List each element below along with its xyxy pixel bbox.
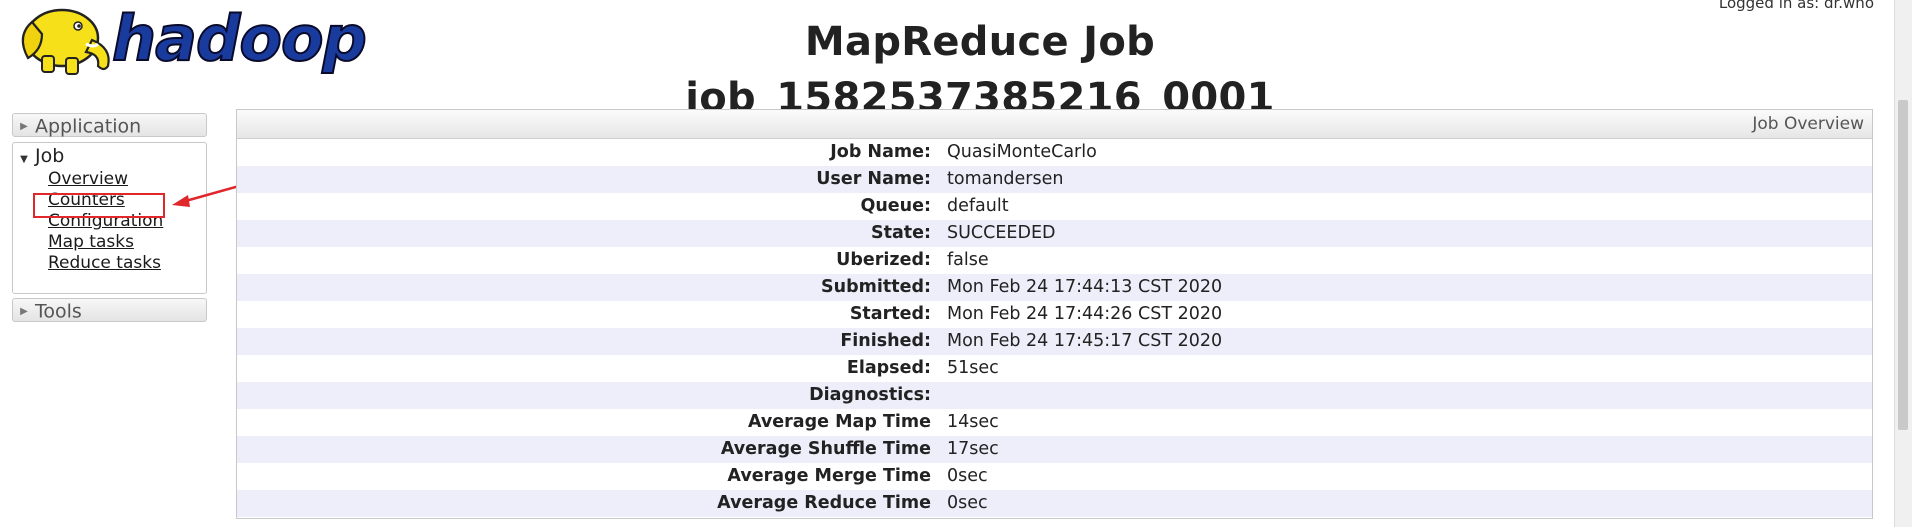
row-label: Finished: xyxy=(840,331,931,351)
sidebar-link-map-tasks[interactable]: Map tasks xyxy=(48,232,134,252)
row-label: Job Name: xyxy=(830,142,931,162)
sidebar-section-label: Job xyxy=(35,145,65,167)
row-value: false xyxy=(947,250,989,270)
table-row: Job Name: QuasiMonteCarlo xyxy=(237,139,1872,166)
job-overview-panel: Job Overview Job Name: QuasiMonteCarlo Use… xyxy=(236,109,1873,519)
table-row: Queue: default xyxy=(237,193,1872,220)
logged-in-user: Logged in as: dr.who xyxy=(1718,0,1874,12)
sidebar-section-label: Tools xyxy=(35,300,82,323)
row-label: Uberized: xyxy=(836,250,931,270)
sidebar-link-configuration[interactable]: Configuration xyxy=(48,211,163,231)
row-value: 14sec xyxy=(947,412,999,432)
row-label: Submitted: xyxy=(821,277,931,297)
row-value: default xyxy=(947,196,1009,216)
table-row: Elapsed: 51sec xyxy=(237,355,1872,382)
row-value: 0sec xyxy=(947,493,988,513)
row-label: Average Reduce Time xyxy=(717,493,931,513)
table-row: Started: Mon Feb 24 17:44:26 CST 2020 xyxy=(237,301,1872,328)
sidebar-section-tools[interactable]: ▶ Tools xyxy=(12,298,207,323)
row-value: tomandersen xyxy=(947,169,1064,189)
row-value: 0sec xyxy=(947,466,988,486)
row-label: Average Shuffle Time xyxy=(720,439,931,459)
vertical-scrollbar[interactable] xyxy=(1894,0,1912,527)
table-row: Uberized: false xyxy=(237,247,1872,274)
job-link-list: Overview Counters Configuration Map task… xyxy=(13,169,206,274)
hadoop-logo[interactable]: hadoop xyxy=(12,0,392,82)
row-value: Mon Feb 24 17:45:17 CST 2020 xyxy=(947,331,1223,351)
table-row: Diagnostics: xyxy=(237,382,1872,409)
table-row: Average Reduce Time 0sec xyxy=(237,490,1872,517)
row-value: Mon Feb 24 17:44:26 CST 2020 xyxy=(947,304,1223,324)
triangle-right-icon: ▶ xyxy=(20,120,28,132)
row-label: User Name: xyxy=(816,169,931,189)
table-row: Average Map Time 14sec xyxy=(237,409,1872,436)
row-value: 51sec xyxy=(947,358,999,378)
row-value: SUCCEEDED xyxy=(947,223,1056,243)
table-row: Finished: Mon Feb 24 17:45:17 CST 2020 xyxy=(237,328,1872,355)
row-label: Average Merge Time xyxy=(727,466,931,486)
sidebar-section-label: Application xyxy=(35,115,142,138)
row-label: State: xyxy=(870,223,931,243)
scrollbar-thumb[interactable] xyxy=(1898,100,1908,430)
triangle-right-icon: ▶ xyxy=(20,305,28,317)
table-row: Submitted: Mon Feb 24 17:44:13 CST 2020 xyxy=(237,274,1872,301)
row-label: Started: xyxy=(849,304,931,324)
job-info-table: Job Name: QuasiMonteCarlo User Name: tomand… xyxy=(237,139,1872,517)
row-label: Diagnostics: xyxy=(809,385,931,405)
row-value xyxy=(947,382,1872,409)
logo-wordmark: hadoop xyxy=(111,2,368,75)
row-label: Queue: xyxy=(860,196,931,216)
panel-header: Job Overview xyxy=(237,110,1872,139)
table-row: Average Shuffle Time 17sec xyxy=(237,436,1872,463)
table-row: User Name: tomandersen xyxy=(237,166,1872,193)
row-value: 17sec xyxy=(947,439,999,459)
sidebar-link-counters[interactable]: Counters xyxy=(48,190,125,210)
triangle-down-icon: ▼ xyxy=(20,154,28,165)
sidebar-link-reduce-tasks[interactable]: Reduce tasks xyxy=(48,253,161,273)
sidebar-job-header[interactable]: ▼ Job xyxy=(13,143,206,169)
row-value: Mon Feb 24 17:44:13 CST 2020 xyxy=(947,277,1223,297)
table-row: State: SUCCEEDED xyxy=(237,220,1872,247)
row-label: Average Map Time xyxy=(747,412,931,432)
sidebar-link-overview[interactable]: Overview xyxy=(48,169,128,189)
table-row: Average Merge Time 0sec xyxy=(237,463,1872,490)
row-label: Elapsed: xyxy=(846,358,931,378)
sidebar-section-application[interactable]: ▶ Application xyxy=(12,113,207,138)
row-value: QuasiMonteCarlo xyxy=(947,142,1097,162)
sidebar-section-job: ▼ Job Overview Counters Configuration Map… xyxy=(12,142,207,294)
